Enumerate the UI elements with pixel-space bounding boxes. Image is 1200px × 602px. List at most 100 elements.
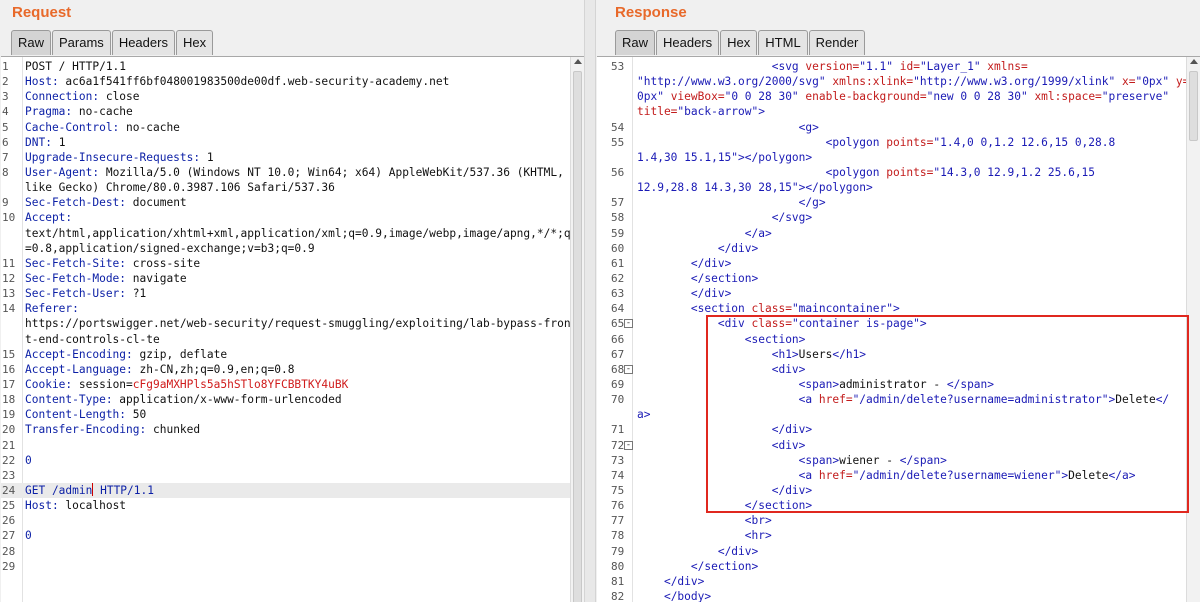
code-line[interactable]: 15 Accept-Encoding: gzip, deflate	[1, 347, 570, 362]
code-text: </div>	[637, 483, 812, 498]
code-line[interactable]: 6 DNT: 1	[1, 135, 570, 150]
code-line[interactable]: 82 </body>	[597, 589, 1186, 602]
code-line[interactable]: 75 </div>	[597, 483, 1186, 498]
request-scroll-thumb[interactable]	[573, 71, 582, 602]
code-line[interactable]: 60 </div>	[597, 241, 1186, 256]
code-line[interactable]: 72- <div>	[597, 438, 1186, 453]
code-line[interactable]: 13 Sec-Fetch-User: ?1	[1, 286, 570, 301]
code-line[interactable]: 68- <div>	[597, 362, 1186, 377]
code-line[interactable]: 64 <section class="maincontainer">	[597, 301, 1186, 316]
fold-toggle-icon[interactable]: -	[624, 364, 633, 374]
code-line[interactable]: 61 </div>	[597, 256, 1186, 271]
code-line[interactable]: 23	[1, 468, 570, 483]
code-line[interactable]: https://portswigger.net/web-security/req…	[1, 316, 571, 331]
code-line[interactable]: 70 <a href="/admin/delete?username=admin…	[597, 392, 1186, 407]
code-line[interactable]: 59 </a>	[597, 226, 1186, 241]
response-scrollbar[interactable]	[1186, 57, 1200, 602]
response-tab-headers[interactable]: Headers	[656, 30, 720, 55]
code-line[interactable]: 53 <svg version="1.1" id="Layer_1" xmlns…	[597, 59, 1186, 74]
request-tab-hex[interactable]: Hex	[175, 30, 214, 55]
code-token: <span>	[798, 377, 840, 391]
code-line[interactable]: 5 Cache-Control: no-cache	[1, 120, 570, 135]
code-token: zh-CN,zh;q=0.9,en;q=0.8	[132, 362, 295, 376]
code-line[interactable]: 62 </section>	[597, 271, 1186, 286]
response-tab-html[interactable]: HTML	[758, 30, 808, 55]
response-lines[interactable]: 53 <svg version="1.1" id="Layer_1" xmlns…	[597, 59, 1196, 602]
code-line[interactable]: 54 <g>	[597, 120, 1186, 135]
code-line[interactable]: 80 </section>	[597, 559, 1186, 574]
code-token: xmlns:xlink=	[832, 75, 914, 89]
request-tab-raw[interactable]: Raw	[11, 30, 52, 55]
code-line[interactable]: 8 User-Agent: Mozilla/5.0 (Windows NT 10.…	[1, 165, 570, 180]
code-line[interactable]: 58 </svg>	[597, 210, 1186, 225]
request-editor[interactable]: 1 POST / HTTP/1.1 2 Host: ac6a1f541ff6bf048…	[1, 56, 584, 602]
code-line[interactable]: 2 Host: ac6a1f541ff6bf048001983500de00df.…	[1, 74, 570, 89]
response-tab-raw[interactable]: Raw	[615, 30, 656, 55]
code-line[interactable]: 1 POST / HTTP/1.1	[1, 59, 570, 74]
code-line[interactable]: 27 0	[1, 528, 570, 543]
code-line[interactable]: 66 <section>	[597, 332, 1186, 347]
code-line[interactable]: 17 Cookie: session=cFg9aMXHPls5a5hSTlo8YF…	[1, 377, 570, 392]
code-line[interactable]: 21	[1, 438, 570, 453]
code-line[interactable]: 73 <span>wiener - </span>	[597, 453, 1186, 468]
code-line[interactable]: =0.8,application/signed-exchange;v=b3;q=…	[1, 241, 570, 256]
pane-splitter[interactable]	[584, 0, 596, 602]
code-line[interactable]: 81 </div>	[597, 574, 1186, 589]
code-line[interactable]: 10 Accept:	[1, 210, 570, 225]
code-line[interactable]: 26	[1, 513, 570, 528]
code-line[interactable]: t-end-controls-cl-te	[1, 332, 570, 347]
code-line[interactable]: 29	[1, 559, 570, 574]
code-line[interactable]: 63 </div>	[597, 286, 1186, 301]
scroll-up-arrow-icon[interactable]	[574, 59, 582, 64]
code-line[interactable]: 67 <h1>Users</h1>	[597, 347, 1186, 362]
code-line[interactable]: 25 Host: localhost	[1, 498, 570, 513]
code-line[interactable]: 14 Referer:	[1, 301, 570, 316]
code-line[interactable]: 18 Content-Type: application/x-www-form-u…	[1, 392, 570, 407]
code-line[interactable]: 19 Content-Length: 50	[1, 407, 570, 422]
request-scrollbar[interactable]	[570, 57, 584, 602]
code-line[interactable]: 55 <polygon points="1.4,0 0,1.2 12.6,15 …	[597, 135, 1186, 150]
code-line[interactable]: 20 Transfer-Encoding: chunked	[1, 422, 570, 437]
code-line[interactable]: 1.4,30 15.1,15"></polygon>	[597, 150, 1186, 165]
code-line[interactable]: like Gecko) Chrome/80.0.3987.106 Safari/…	[1, 180, 570, 195]
code-line[interactable]: 77 <br>	[597, 513, 1186, 528]
scroll-up-arrow-icon[interactable]	[1190, 59, 1198, 64]
fold-toggle-icon[interactable]: -	[624, 319, 633, 329]
code-line[interactable]: 4 Pragma: no-cache	[1, 104, 570, 119]
code-line[interactable]: a>	[597, 407, 1186, 422]
code-line[interactable]: 74 <a href="/admin/delete?username=wiene…	[597, 468, 1186, 483]
code-line[interactable]: 11 Sec-Fetch-Site: cross-site	[1, 256, 570, 271]
code-line[interactable]: 22 0	[1, 453, 570, 468]
fold-toggle-icon[interactable]: -	[624, 440, 633, 450]
response-scroll-thumb[interactable]	[1189, 71, 1198, 141]
response-editor[interactable]: 53 <svg version="1.1" id="Layer_1" xmlns…	[597, 56, 1200, 602]
code-line[interactable]: 7 Upgrade-Insecure-Requests: 1	[1, 150, 570, 165]
code-line[interactable]: "http://www.w3.org/2000/svg" xmlns:xlink…	[597, 74, 1196, 89]
code-line[interactable]: 28	[1, 544, 570, 559]
response-tab-hex[interactable]: Hex	[720, 30, 758, 55]
code-line[interactable]: 76 </section>	[597, 498, 1186, 513]
code-line[interactable]: title="back-arrow">	[597, 104, 1186, 119]
code-line[interactable]: 56 <polygon points="14.3,0 12.9,1.2 25.6…	[597, 165, 1186, 180]
code-line[interactable]: 16 Accept-Language: zh-CN,zh;q=0.9,en;q=0…	[1, 362, 570, 377]
code-line[interactable]: 24 GET /admin HTTP/1.1	[1, 482, 570, 499]
code-line[interactable]: text/html,application/xhtml+xml,applicat…	[1, 226, 571, 241]
code-line[interactable]: 9 Sec-Fetch-Dest: document	[1, 195, 570, 210]
code-line[interactable]: 3 Connection: close	[1, 89, 570, 104]
code-line[interactable]: 57 </g>	[597, 195, 1186, 210]
request-tab-params[interactable]: Params	[52, 30, 111, 55]
request-tab-headers[interactable]: Headers	[111, 30, 175, 55]
code-line[interactable]: 12.9,28.8 14.3,30 28,15"></polygon>	[597, 180, 1186, 195]
request-lines[interactable]: 1 POST / HTTP/1.1 2 Host: ac6a1f541ff6bf048…	[1, 59, 571, 574]
code-line[interactable]: 78 <hr>	[597, 528, 1186, 543]
code-line[interactable]: 65- <div class="container is-page">	[597, 316, 1186, 331]
code-line[interactable]: 0px" viewBox="0 0 28 30" enable-backgrou…	[597, 89, 1186, 104]
response-tab-render[interactable]: Render	[808, 30, 866, 55]
code-line[interactable]: 71 </div>	[597, 422, 1186, 437]
code-line[interactable]: 69 <span>administrator - </span>	[597, 377, 1186, 392]
line-number: 55	[611, 135, 625, 149]
code-line[interactable]: 79 </div>	[597, 544, 1186, 559]
code-line[interactable]: 12 Sec-Fetch-Mode: navigate	[1, 271, 570, 286]
